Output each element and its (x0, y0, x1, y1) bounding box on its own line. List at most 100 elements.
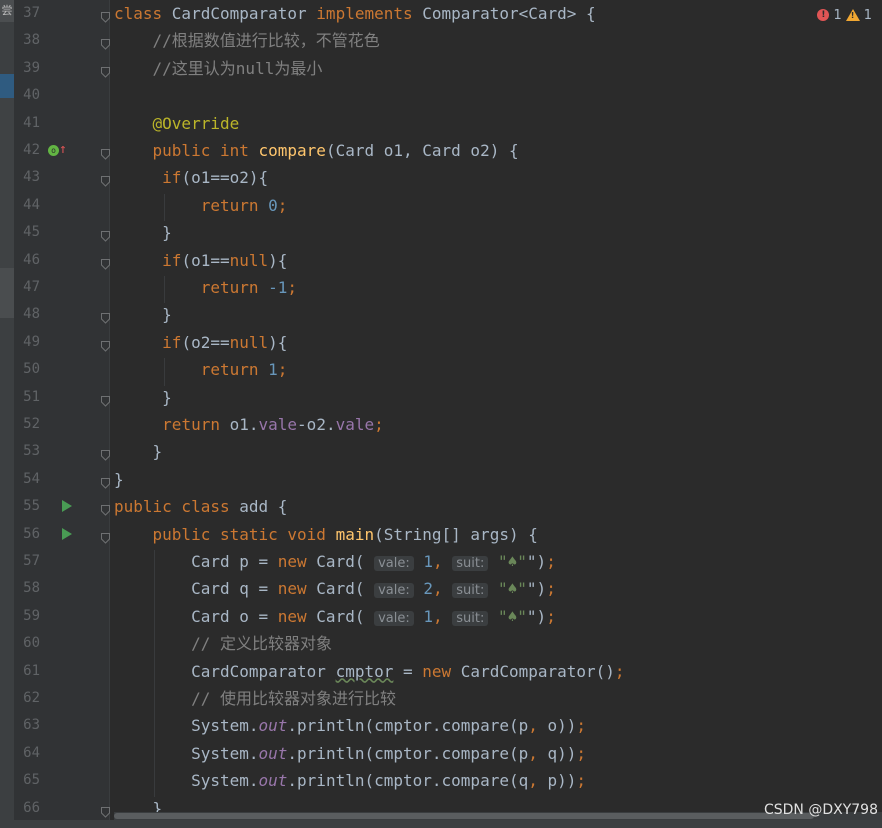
fold-marker-icon[interactable] (101, 803, 110, 818)
code-text[interactable]: public static void main(String[] args) { (114, 521, 538, 548)
code-line[interactable]: 45 } (0, 219, 882, 246)
code-token: , (433, 552, 453, 571)
code-text[interactable]: //这里认为null为最小 (114, 55, 323, 82)
code-text[interactable]: return 1; (114, 356, 288, 383)
code-text[interactable]: // 使用比较器对象进行比较 (114, 685, 396, 712)
fold-marker-icon[interactable] (101, 446, 110, 462)
line-number: 54 (23, 470, 40, 487)
line-number: 62 (23, 690, 40, 706)
fold-marker-icon[interactable] (101, 255, 110, 270)
fold-marker-icon[interactable] (101, 145, 110, 160)
code-line[interactable]: 53 } (0, 438, 882, 465)
code-text[interactable]: System.out.println(cmptor.compare(p, o))… (114, 712, 586, 739)
code-line[interactable]: 62 // 使用比较器对象进行比较 (0, 685, 882, 712)
code-token: Card o = (114, 606, 278, 626)
code-text[interactable]: Card p = new Card( vale: 1, suit: "♠""); (114, 548, 556, 577)
code-line[interactable]: 42 o ↑ public int compare(Card o1, Card o2… (0, 137, 882, 164)
code-line[interactable]: 39 //这里认为null为最小 (0, 55, 882, 82)
run-icon[interactable] (62, 527, 72, 540)
code-line[interactable]: 43 if(o1==o2){ (0, 164, 882, 191)
code-line[interactable]: 48 } (0, 301, 882, 328)
code-line[interactable]: 37 class CardComparator implements Compar… (0, 0, 882, 27)
code-text[interactable]: } (114, 219, 172, 246)
code-line[interactable]: 51 } (0, 384, 882, 411)
override-icon[interactable]: o (48, 145, 59, 156)
code-text[interactable]: } (114, 466, 124, 493)
code-token: q)) (547, 743, 577, 763)
code-text[interactable]: } (114, 438, 163, 465)
code-line[interactable]: 56 public static void main(String[] args… (0, 521, 882, 548)
line-number: 43 (23, 169, 40, 186)
code-token: if (162, 168, 182, 188)
code-text[interactable]: public int compare(Card o1, Card o2) { (114, 137, 519, 164)
fold-marker-icon[interactable] (101, 474, 110, 489)
code-token: , (528, 716, 548, 736)
fold-marker-icon[interactable] (101, 8, 110, 23)
code-token: cmptor (335, 661, 394, 681)
code-text[interactable]: return 0; (114, 192, 288, 219)
code-line[interactable]: 63 System.out.println(cmptor.compare(p, … (0, 712, 882, 739)
scrollbar-thumb[interactable] (114, 813, 814, 819)
fold-marker-icon[interactable] (101, 501, 110, 516)
code-token: -1 (268, 278, 288, 297)
code-line[interactable]: 52 return o1.vale-o2.vale; (0, 411, 882, 438)
code-token: vale (258, 415, 298, 434)
code-token: class (114, 4, 172, 23)
code-line[interactable]: 40 (0, 82, 882, 109)
code-line[interactable]: 44 return 0; (0, 192, 882, 219)
code-line[interactable]: 57 Card p = new Card( vale: 1, suit: "♠"… (0, 548, 882, 575)
code-line[interactable]: 49 if(o2==null){ (0, 329, 882, 356)
code-text[interactable]: public class add { (114, 493, 287, 520)
code-token: if (162, 332, 182, 352)
code-line[interactable]: 65 System.out.println(cmptor.compare(q, … (0, 767, 882, 794)
watermark: CSDN @DXY798 (763, 802, 878, 818)
code-token: ; (576, 743, 587, 763)
code-line[interactable]: 61 CardComparator cmptor = new CardCompa… (0, 658, 882, 685)
code-line[interactable]: 58 Card q = new Card( vale: 2, suit: "♠"… (0, 575, 882, 602)
code-line[interactable]: 41 @Override (0, 110, 882, 137)
code-line[interactable]: 54} (0, 466, 882, 493)
fold-marker-icon[interactable] (101, 392, 110, 407)
code-text[interactable]: if(o2==null){ (114, 329, 287, 356)
code-text[interactable]: System.out.println(cmptor.compare(p, q))… (114, 740, 586, 767)
code-line[interactable]: 59 Card o = new Card( vale: 1, suit: "♠"… (0, 603, 882, 630)
code-line[interactable]: 46 if(o1==null){ (0, 247, 882, 274)
fold-marker-icon[interactable] (101, 529, 110, 544)
code-line[interactable]: 47 return -1; (0, 274, 882, 301)
code-text[interactable]: Card q = new Card( vale: 2, suit: "♠""); (114, 575, 556, 604)
line-number: 40 (23, 87, 40, 104)
code-token: CardComparator (114, 661, 336, 681)
code-text[interactable]: return -1; (114, 274, 297, 301)
code-text[interactable]: if(o1==o2){ (114, 164, 268, 191)
code-text[interactable]: //根据数值进行比较，不管花色 (114, 27, 380, 54)
code-line[interactable]: 60 // 定义比较器对象 (0, 630, 882, 657)
fold-marker-icon[interactable] (101, 337, 110, 352)
code-text[interactable]: // 定义比较器对象 (114, 630, 332, 657)
code-token: vale (335, 415, 375, 434)
implements-arrow-icon[interactable]: ↑ (59, 141, 67, 159)
code-text[interactable]: @Override (114, 110, 240, 137)
code-text[interactable]: Card o = new Card( vale: 1, suit: "♠""); (114, 603, 556, 632)
code-line[interactable]: 64 System.out.println(cmptor.compare(p, … (0, 740, 882, 767)
fold-marker-icon[interactable] (101, 35, 110, 51)
code-text[interactable]: return o1.vale-o2.vale; (114, 411, 384, 438)
fold-marker-icon[interactable] (101, 172, 110, 188)
fold-marker-icon[interactable] (101, 309, 110, 325)
code-text[interactable]: class CardComparator implements Comparat… (114, 0, 596, 27)
code-text[interactable]: System.out.println(cmptor.compare(q, p))… (114, 767, 586, 794)
fold-marker-icon[interactable] (101, 63, 110, 78)
code-line[interactable]: 50 return 1; (0, 356, 882, 383)
code-text[interactable]: CardComparator cmptor = new CardComparat… (114, 658, 625, 685)
fold-marker-icon[interactable] (101, 227, 110, 242)
code-token: ") (526, 579, 547, 599)
code-token: if (162, 250, 182, 270)
code-line[interactable]: 55 public class add { (0, 493, 882, 520)
code-token: o1. (229, 415, 259, 434)
code-line[interactable]: 38 //根据数值进行比较，不管花色 (0, 27, 882, 54)
code-text[interactable]: } (114, 384, 172, 411)
code-text[interactable]: } (114, 301, 172, 328)
code-token: , (528, 771, 548, 791)
run-icon[interactable] (62, 500, 72, 513)
code-text[interactable]: if(o1==null){ (114, 247, 287, 274)
